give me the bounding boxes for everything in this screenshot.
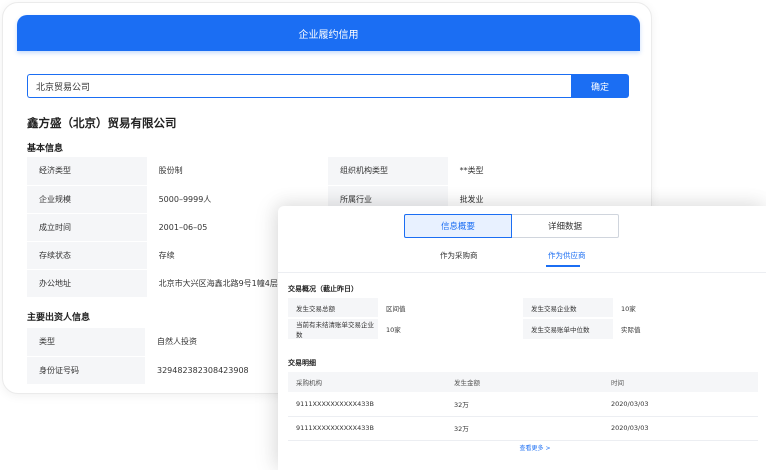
- tab-details[interactable]: 详细数据: [512, 214, 619, 238]
- search-input[interactable]: [27, 74, 571, 98]
- field-label: 身份证号码: [27, 356, 145, 385]
- field-label: 类型: [27, 328, 145, 357]
- tab-summary[interactable]: 信息概要: [404, 214, 512, 238]
- table-cell: 32万: [446, 416, 603, 441]
- field-label: 经济类型: [27, 157, 147, 186]
- active-tab-indicator: [546, 265, 580, 267]
- field-value: 10家: [613, 298, 758, 319]
- field-label: 发生交易企业数: [523, 298, 613, 319]
- company-name: 鑫方盛（北京）贸易有限公司: [27, 116, 177, 130]
- tab-as-supplier[interactable]: 作为供应商: [548, 250, 586, 261]
- field-value: **类型: [447, 157, 629, 186]
- field-label: 组织机构类型: [327, 157, 448, 186]
- investor-info-title: 主要出资人信息: [27, 313, 91, 323]
- field-label: 当前有未结清账单交易企业数: [288, 318, 378, 341]
- table-header-row: 采购机构 发生金额 时间: [288, 372, 758, 392]
- field-label: 发生交易账单中位数: [523, 318, 613, 341]
- table-cell: 9111XXXXXXXXXX433B: [288, 392, 446, 417]
- detail-table: 采购机构 发生金额 时间 9111XXXXXXXXXX433B 32万 2020…: [288, 372, 758, 441]
- field-value: 股份制: [146, 157, 328, 186]
- view-tabs: 信息概要 详细数据: [404, 214, 619, 238]
- table-cell: 2020/03/03: [603, 416, 758, 441]
- summary-table: 发生交易总额 区间值 发生交易企业数 10家 当前有未结清账单交易企业数 10家…: [288, 298, 758, 341]
- field-label: 成立时间: [27, 213, 147, 242]
- field-value: 10家: [378, 318, 523, 341]
- page-title: 企业履约信用: [298, 29, 359, 41]
- column-header: 时间: [603, 372, 758, 392]
- detail-title: 交易明细: [288, 359, 316, 367]
- search-bar: 确定: [27, 74, 629, 98]
- basic-info-title: 基本信息: [27, 144, 64, 154]
- column-header: 发生金额: [446, 372, 603, 392]
- table-cell: 2020/03/03: [603, 392, 758, 417]
- transaction-panel: 信息概要 详细数据 作为采购商 作为供应商 交易概况（截止昨日） 发生交易总额 …: [278, 206, 766, 470]
- table-row: 9111XXXXXXXXXX433B 32万 2020/03/03: [288, 416, 758, 441]
- divider: [278, 272, 766, 273]
- confirm-button[interactable]: 确定: [571, 74, 629, 98]
- role-tabs: 作为采购商 作为供应商: [428, 250, 628, 267]
- view-more-link[interactable]: 查看更多 >: [278, 443, 766, 452]
- field-value: 区间值: [378, 298, 523, 319]
- table-cell: 32万: [446, 392, 603, 417]
- table-row: 当前有未结清账单交易企业数 10家 发生交易账单中位数 实际值: [288, 318, 758, 341]
- field-label: 发生交易总额: [288, 298, 378, 319]
- column-header: 采购机构: [288, 372, 446, 392]
- table-row: 9111XXXXXXXXXX433B 32万 2020/03/03: [288, 392, 758, 417]
- tab-as-buyer[interactable]: 作为采购商: [440, 250, 478, 261]
- field-label: 存续状态: [27, 241, 147, 270]
- field-label: 企业规模: [27, 185, 147, 214]
- field-label: 办公地址: [27, 269, 147, 298]
- field-value: 实际值: [613, 318, 758, 341]
- page-header: 企业履约信用: [17, 15, 640, 51]
- table-row: 发生交易总额 区间值 发生交易企业数 10家: [288, 298, 758, 319]
- table-row: 经济类型 股份制 组织机构类型 **类型: [27, 157, 629, 186]
- summary-title: 交易概况（截止昨日）: [288, 285, 358, 293]
- table-cell: 9111XXXXXXXXXX433B: [288, 416, 446, 441]
